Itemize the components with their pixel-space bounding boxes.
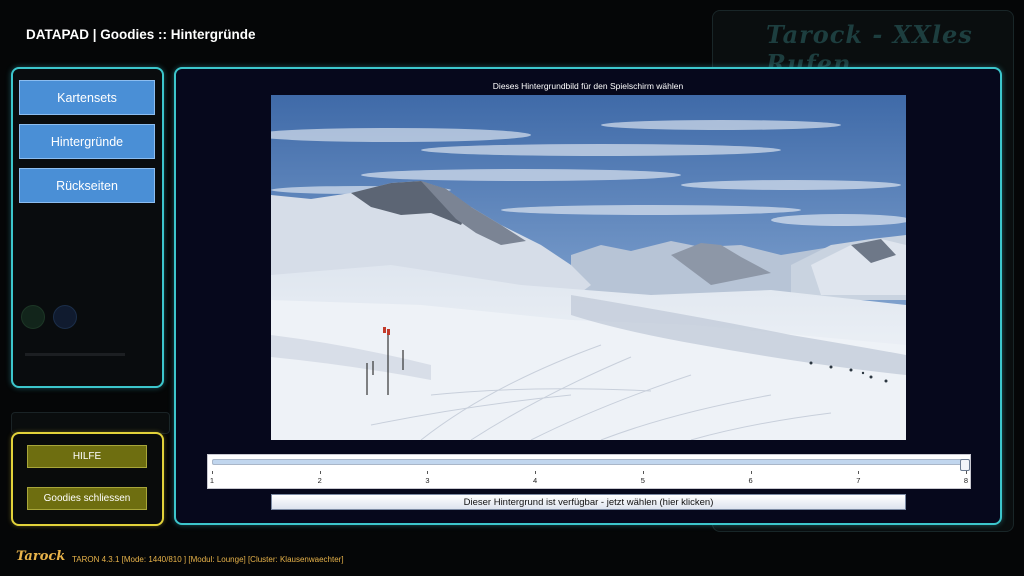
close-goodies-button[interactable]: Goodies schliessen (27, 487, 147, 510)
slider-tick-label: 3 (425, 476, 430, 485)
play-icon (21, 305, 45, 329)
volume-slider (25, 353, 125, 356)
slider-tick (535, 471, 537, 474)
slider-tick (642, 471, 644, 474)
slider-tick (750, 471, 752, 474)
background-selection-panel: Dieses Hintergrundbild für den Spielschi… (174, 67, 1002, 525)
mountain-landscape-image (271, 95, 906, 440)
slider-tick (319, 471, 321, 474)
nav-button-hintergruende[interactable]: Hintergründe (19, 124, 155, 159)
footer-status: TARON 4.3.1 [Mode: 1440/810 ] [Modul: Lo… (72, 555, 344, 564)
slider-track[interactable] (212, 459, 970, 471)
page-title: DATAPAD | Goodies :: Hintergründe (26, 27, 256, 42)
choose-background-button[interactable]: Dieser Hintergrund ist verfügbar - jetzt… (271, 494, 906, 510)
background-strip (11, 412, 170, 434)
slider-tick-label: 7 (856, 476, 861, 485)
slider-tick (966, 471, 967, 474)
slider-thumb[interactable] (960, 459, 970, 471)
slider-tick (427, 471, 429, 474)
background-index-slider[interactable]: 1 2 3 4 5 6 7 8 (207, 454, 971, 489)
slider-tick (858, 471, 860, 474)
goodies-nav-panel: Kartensets Hintergründe Rückseiten (11, 67, 164, 388)
slider-tick-label: 6 (748, 476, 753, 485)
slider-tick (212, 471, 213, 474)
slider-tick-label: 1 (209, 476, 215, 485)
slider-tick-label: 8 (963, 476, 969, 485)
nav-button-kartensets[interactable]: Kartensets (19, 80, 155, 115)
help-button[interactable]: HILFE (27, 445, 147, 468)
pause-icon (53, 305, 77, 329)
slider-tick-label: 2 (317, 476, 322, 485)
help-panel: HILFE Goodies schliessen (11, 432, 164, 526)
slider-tick-label: 4 (533, 476, 538, 485)
selection-caption: Dieses Hintergrundbild für den Spielschi… (492, 81, 684, 91)
slider-fill (213, 460, 965, 464)
footer-logo: Tarock (16, 549, 66, 564)
nav-button-rueckseiten[interactable]: Rückseiten (19, 168, 155, 203)
slider-tick-label: 5 (640, 476, 645, 485)
background-preview-image[interactable] (271, 95, 906, 440)
background-logo: Tarock - XXles Rufen (766, 20, 973, 78)
